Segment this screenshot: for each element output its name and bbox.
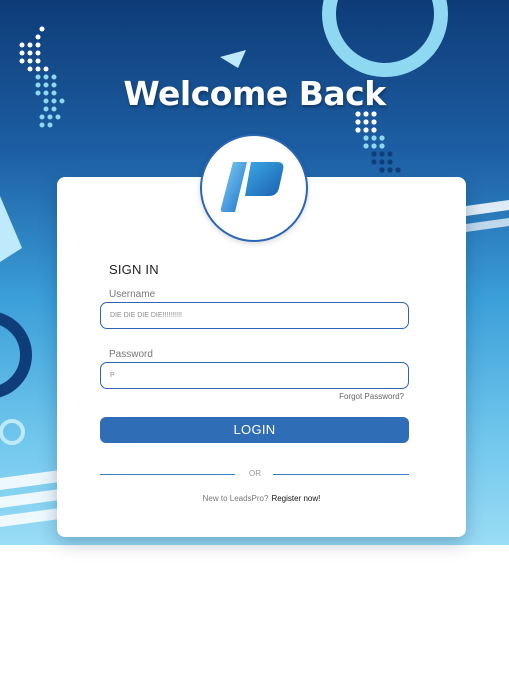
divider-line-right xyxy=(273,474,409,475)
username-label: Username xyxy=(109,289,156,300)
new-user-prompt-text: New to LeadsPro? xyxy=(202,494,269,503)
signin-heading: SIGN IN xyxy=(109,262,159,277)
register-link[interactable]: Register now! xyxy=(271,494,320,503)
forgot-password-link[interactable]: Forgot Password? xyxy=(339,392,404,401)
username-input[interactable]: DIE DIE DIE DIE!!!!!!!!!! xyxy=(100,302,409,329)
password-label: Password xyxy=(109,349,153,360)
page-title: Welcome Back xyxy=(123,74,386,113)
register-prompt: New to LeadsPro? Register now! xyxy=(57,494,466,503)
logo-badge xyxy=(200,134,308,242)
divider-line-left xyxy=(100,474,235,475)
password-input[interactable]: P xyxy=(100,362,409,389)
leadspro-logo-icon xyxy=(220,162,284,212)
login-button[interactable]: LOGIN xyxy=(100,417,409,443)
divider-or-text: OR xyxy=(249,469,261,478)
